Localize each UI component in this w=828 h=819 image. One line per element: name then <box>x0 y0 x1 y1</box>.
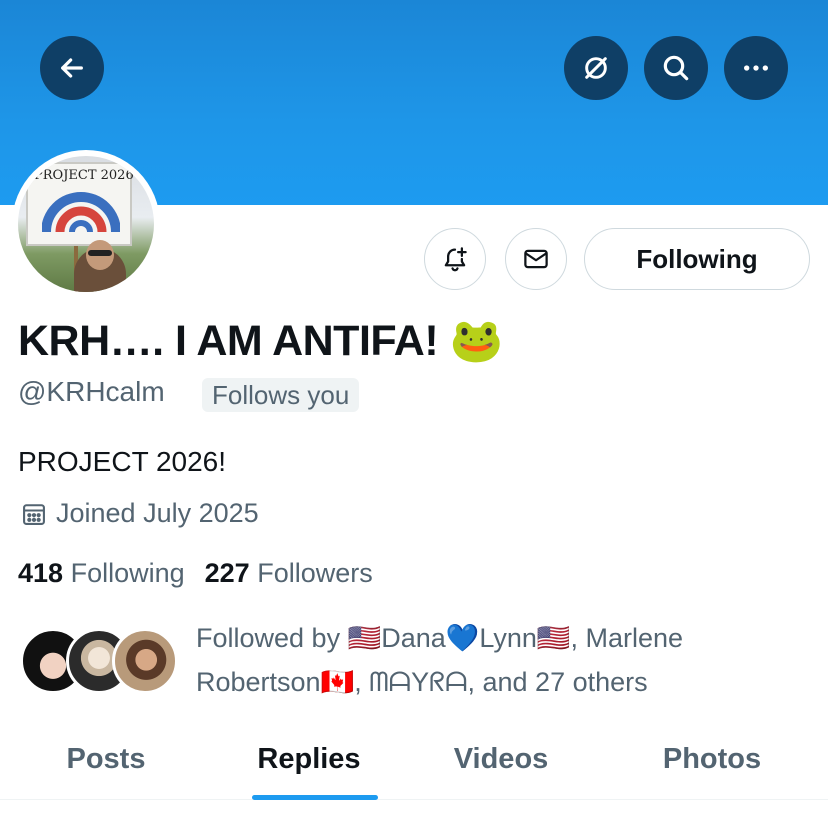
back-button[interactable] <box>40 36 104 100</box>
joined-date: Joined July 2025 <box>20 498 259 529</box>
avatar-sunglasses <box>88 250 112 256</box>
follow-stats: 418 Following 227 Followers <box>18 558 373 589</box>
seat-chart-art <box>42 192 120 233</box>
avatar-image: PROJECT 2026 <box>18 156 154 292</box>
followers-count-link[interactable]: 227 Followers <box>205 558 373 589</box>
avatar-protest-sign: PROJECT 2026 <box>26 162 134 246</box>
search-button[interactable] <box>644 36 708 100</box>
user-handle: @KRHcalm <box>18 376 165 407</box>
tab-posts[interactable]: Posts <box>0 720 212 799</box>
following-label: Following <box>70 558 185 588</box>
notifications-button[interactable] <box>424 228 486 290</box>
following-button[interactable]: Following <box>584 228 810 290</box>
joined-text: Joined July 2025 <box>56 498 259 528</box>
tab-label: Videos <box>453 743 549 775</box>
more-button[interactable] <box>724 36 788 100</box>
active-tab-indicator <box>252 795 378 800</box>
tab-label: Posts <box>66 743 146 775</box>
bell-plus-icon <box>444 247 467 272</box>
tab-photos[interactable]: Photos <box>596 720 828 799</box>
grok-slash-icon <box>585 57 607 79</box>
grok-button[interactable] <box>564 36 628 100</box>
followers-label: Followers <box>257 558 373 588</box>
profile-tabs: Posts Replies Videos Photos <box>0 720 828 800</box>
avatar-sign-text: PROJECT 2026 <box>34 168 134 183</box>
profile-bio: PROJECT 2026! <box>18 446 227 477</box>
more-horizontal-icon <box>744 65 768 71</box>
search-icon <box>663 55 689 81</box>
follower-avatar <box>112 628 178 694</box>
following-count: 418 <box>18 558 64 588</box>
tab-videos[interactable]: Videos <box>406 720 596 799</box>
followed-by-text[interactable]: Followed by 🇺🇸Dana💙Lynn🇺🇸, Marlene Rober… <box>196 616 796 704</box>
calendar-icon <box>23 503 45 525</box>
envelope-icon <box>524 249 548 269</box>
tab-label: Photos <box>662 743 762 775</box>
followed-by-avatars[interactable] <box>20 628 180 698</box>
followers-count: 227 <box>204 558 250 588</box>
message-button[interactable] <box>505 228 567 290</box>
arrow-left-icon <box>61 58 83 78</box>
follows-you-badge: Follows you <box>202 378 360 412</box>
tab-label: Replies <box>257 743 361 775</box>
tab-replies[interactable]: Replies <box>212 720 406 800</box>
profile-avatar[interactable]: PROJECT 2026 <box>12 150 160 298</box>
following-count-link[interactable]: 418 Following <box>18 558 185 589</box>
display-name: KRH…. I AM ANTIFA! 🐸 <box>18 317 503 365</box>
